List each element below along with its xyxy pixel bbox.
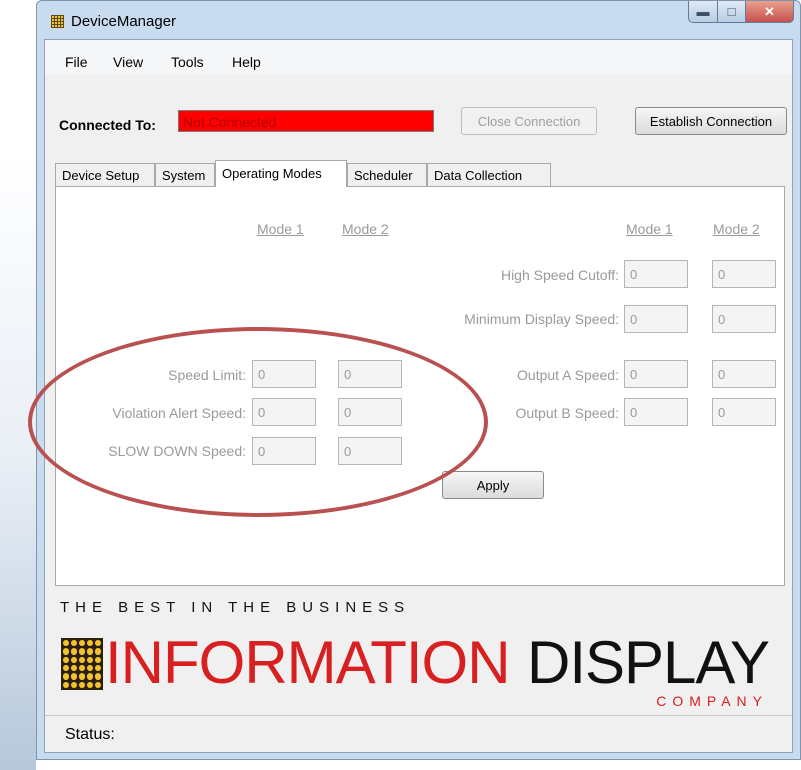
minimize-button[interactable]: ▬ (688, 1, 718, 23)
desktop-background (0, 0, 36, 770)
output-b-speed-label: Output B Speed: (515, 405, 619, 421)
menu-bar: File View Tools Help (45, 40, 792, 74)
window-controls: ▬ □ ✕ (688, 1, 794, 23)
high-speed-cutoff-mode2-input[interactable] (712, 260, 776, 288)
tab-operating-modes[interactable]: Operating Modes (215, 160, 347, 187)
minimum-display-speed-label: Minimum Display Speed: (464, 311, 619, 327)
speed-limit-label: Speed Limit: (168, 367, 246, 383)
tab-scheduler[interactable]: Scheduler (347, 163, 427, 186)
minimize-icon: ▬ (696, 4, 710, 19)
high-speed-cutoff-mode1-input[interactable] (624, 260, 688, 288)
violation-alert-speed-label: Violation Alert Speed: (112, 405, 246, 421)
apply-button[interactable]: Apply (442, 471, 544, 499)
close-connection-button[interactable]: Close Connection (461, 107, 597, 135)
output-a-speed-mode1-input[interactable] (624, 360, 688, 388)
operating-modes-panel: Mode 1 Mode 2 Mode 1 Mode 2 High Speed C… (28, 186, 785, 586)
minimum-display-speed-mode1-input[interactable] (624, 305, 688, 333)
output-a-speed-label: Output A Speed: (517, 367, 619, 383)
establish-connection-button[interactable]: Establish Connection (635, 107, 787, 135)
banner-tagline: THE BEST IN THE BUSINESS (60, 599, 411, 616)
violation-alert-speed-mode1-input[interactable] (252, 398, 316, 426)
right-mode2-header: Mode 2 (713, 221, 760, 237)
tab-data-collection[interactable]: Data Collection (427, 163, 551, 186)
slow-down-speed-mode1-input[interactable] (252, 437, 316, 465)
output-b-speed-mode2-input[interactable] (712, 398, 776, 426)
connected-to-label: Connected To: (59, 117, 156, 133)
menu-file[interactable]: File (65, 54, 88, 70)
client-area: File View Tools Help Connected To: Not C… (28, 39, 793, 753)
right-mode1-header: Mode 1 (626, 221, 673, 237)
brand-display: DISPLAY (527, 629, 770, 696)
slow-down-speed-label: SLOW DOWN Speed: (108, 443, 246, 459)
close-window-button[interactable]: ✕ (746, 1, 794, 23)
maximize-button[interactable]: □ (718, 1, 746, 23)
status-label: Status: (65, 726, 115, 743)
maximize-icon: □ (727, 4, 736, 19)
brand-company: COMPANY (656, 693, 768, 709)
menu-view[interactable]: View (113, 54, 143, 70)
device-manager-window: DeviceManager ▬ □ ✕ File View Tools Help… (28, 0, 801, 760)
minimum-display-speed-mode2-input[interactable] (712, 305, 776, 333)
app-icon (51, 15, 64, 28)
violation-alert-speed-mode2-input[interactable] (338, 398, 402, 426)
close-icon: ✕ (764, 3, 775, 19)
menu-help[interactable]: Help (232, 54, 261, 70)
menu-tools[interactable]: Tools (171, 54, 204, 70)
company-logo-icon (61, 638, 103, 690)
left-mode1-header: Mode 1 (257, 221, 304, 237)
speed-limit-mode1-input[interactable] (252, 360, 316, 388)
left-mode2-header: Mode 2 (342, 221, 389, 237)
output-a-speed-mode2-input[interactable] (712, 360, 776, 388)
connection-status-field: Not Connected (178, 110, 434, 132)
tab-device-setup[interactable]: Device Setup (55, 163, 155, 186)
brand-information: INFORMATION (105, 629, 511, 696)
title-bar[interactable]: DeviceManager ▬ □ ✕ (37, 1, 800, 39)
status-bar: Status: (45, 715, 792, 752)
company-banner: THE BEST IN THE BUSINESS INFORMATION DIS… (45, 596, 792, 714)
slow-down-speed-mode2-input[interactable] (338, 437, 402, 465)
tab-system[interactable]: System (155, 163, 215, 186)
window-title: DeviceManager (71, 13, 177, 30)
high-speed-cutoff-label: High Speed Cutoff: (500, 267, 619, 283)
speed-limit-mode2-input[interactable] (338, 360, 402, 388)
output-b-speed-mode1-input[interactable] (624, 398, 688, 426)
